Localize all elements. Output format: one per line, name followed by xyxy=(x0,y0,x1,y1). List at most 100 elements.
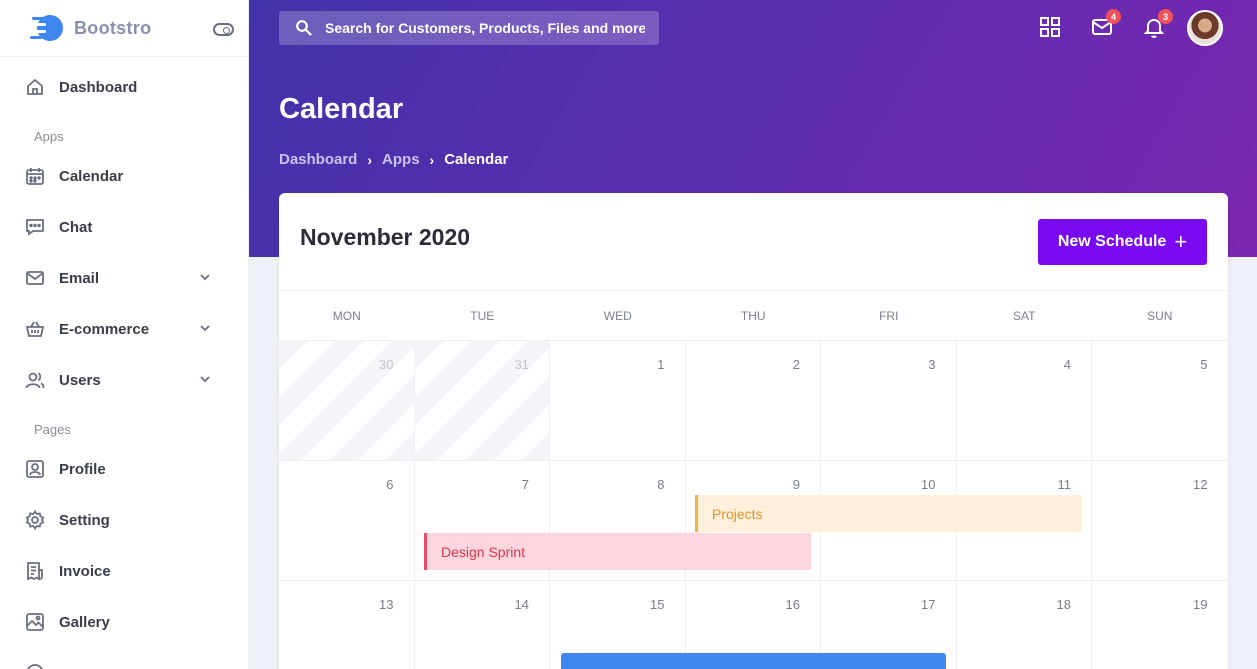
page-title: Calendar xyxy=(279,93,404,125)
sidebar-item-chat[interactable]: Chat xyxy=(0,207,249,247)
day-number: 13 xyxy=(379,597,394,612)
event-projects[interactable]: Projects xyxy=(695,495,1082,532)
sidebar-item-gallery[interactable]: Gallery xyxy=(0,602,249,642)
day-cell[interactable]: 6 xyxy=(279,461,415,581)
day-cell[interactable]: 18 xyxy=(957,581,1092,669)
day-cell[interactable]: 2 xyxy=(685,341,821,461)
breadcrumb-link-dashboard[interactable]: Dashboard xyxy=(279,151,357,168)
sidebar-item-ecommerce[interactable]: E-commerce xyxy=(0,309,249,349)
gear-icon xyxy=(24,509,46,531)
new-schedule-label: New Schedule xyxy=(1057,233,1167,250)
users-icon xyxy=(24,369,46,391)
gallery-icon xyxy=(24,611,46,633)
weekday-label: THU xyxy=(740,309,766,323)
event-title: Design Sprint xyxy=(441,543,526,560)
weekday-label: SUN xyxy=(1147,309,1173,323)
day-cell[interactable]: 13 xyxy=(279,581,415,669)
day-number: 11 xyxy=(1057,477,1072,492)
weekday-label: TUE xyxy=(470,309,495,323)
chevron-down-icon xyxy=(197,320,213,336)
mail-icon xyxy=(24,267,46,289)
sidebar-item-label: Profile xyxy=(59,460,106,478)
day-number: 12 xyxy=(1193,477,1208,492)
sidebar-item-calendar[interactable]: Calendar xyxy=(0,156,249,196)
day-cell[interactable]: 14 xyxy=(415,581,550,669)
weekday-header: MON TUE WED THU FRI SAT SUN xyxy=(279,290,1228,341)
day-number: 7 xyxy=(521,477,529,492)
basket-icon xyxy=(24,318,46,340)
event-title: Projects xyxy=(712,505,763,522)
day-cell[interactable]: 12 xyxy=(1092,461,1228,581)
breadcrumb: Dashboard › Apps › Calendar xyxy=(279,151,508,168)
sidebar-item-label: E-commerce xyxy=(59,320,150,338)
mail-button[interactable]: 4 xyxy=(1090,9,1121,39)
weekday-label: MON xyxy=(332,309,361,323)
day-number: 2 xyxy=(792,357,800,372)
day-number: 15 xyxy=(650,597,665,612)
event-design-sprint[interactable]: Design Sprint xyxy=(424,533,811,570)
section-label-apps: Apps xyxy=(34,129,64,144)
day-number: 6 xyxy=(386,477,394,492)
day-cell[interactable]: 19 xyxy=(1092,581,1228,669)
day-cell[interactable]: 31 xyxy=(414,341,550,461)
search-bar[interactable] xyxy=(279,11,659,45)
calendar-card: November 2020 New Schedule + MON TUE WED… xyxy=(279,193,1228,669)
mail-badge: 4 xyxy=(1106,9,1121,24)
sidebar-item-label: Chat xyxy=(59,218,93,236)
sidebar-item-label: Email xyxy=(59,269,100,287)
search-input[interactable] xyxy=(325,20,645,36)
sidebar-item-faq[interactable] xyxy=(0,653,249,669)
day-number: 5 xyxy=(1200,357,1208,372)
plus-icon: + xyxy=(1174,229,1188,254)
sidebar-item-label: Calendar xyxy=(59,167,124,185)
day-cell[interactable]: 5 xyxy=(1092,341,1228,461)
sidebar-toggle-icon[interactable] xyxy=(213,23,234,36)
sidebar-item-dashboard[interactable]: Dashboard xyxy=(0,67,249,107)
weekday-label: SAT xyxy=(1013,309,1036,323)
apps-grid-icon[interactable] xyxy=(1038,15,1062,39)
bootstro-logo-icon xyxy=(30,13,64,43)
breadcrumb-link-apps[interactable]: Apps xyxy=(382,151,420,168)
chat-icon xyxy=(24,216,46,238)
chevron-right-icon: › xyxy=(367,151,373,168)
help-icon xyxy=(24,662,46,669)
day-number: 9 xyxy=(792,477,800,492)
chevron-right-icon: › xyxy=(429,151,435,168)
day-number: 30 xyxy=(379,357,394,372)
chevron-down-icon xyxy=(197,269,213,285)
day-cell[interactable]: 30 xyxy=(279,341,415,461)
sidebar-item-invoice[interactable]: Invoice xyxy=(0,551,249,591)
notification-badge: 3 xyxy=(1158,9,1173,24)
event-week3[interactable] xyxy=(561,653,946,669)
sidebar-item-profile[interactable]: Profile xyxy=(0,449,249,489)
day-number: 1 xyxy=(657,357,665,372)
chevron-down-icon xyxy=(197,371,213,387)
brand-name: Bootstro xyxy=(74,17,152,38)
avatar[interactable] xyxy=(1187,10,1223,46)
sidebar-item-users[interactable]: Users xyxy=(0,360,249,400)
day-number: 18 xyxy=(1056,597,1071,612)
new-schedule-button[interactable]: New Schedule + xyxy=(1038,219,1207,265)
day-number: 19 xyxy=(1193,597,1208,612)
weekday-label: WED xyxy=(603,309,632,323)
sidebar-item-setting[interactable]: Setting xyxy=(0,500,249,540)
brand[interactable]: Bootstro xyxy=(0,0,248,57)
day-number: 8 xyxy=(657,477,665,492)
home-icon xyxy=(24,76,46,98)
profile-icon xyxy=(24,458,46,480)
sidebar-item-label: Setting xyxy=(59,511,110,529)
sidebar-item-label: Gallery xyxy=(59,613,110,631)
day-cell[interactable]: 3 xyxy=(821,341,957,461)
day-cell[interactable]: 1 xyxy=(550,341,686,461)
day-cell[interactable]: 4 xyxy=(956,341,1092,461)
sidebar-item-email[interactable]: Email xyxy=(0,258,249,298)
notification-button[interactable]: 3 xyxy=(1142,9,1173,39)
sidebar-item-label: Invoice xyxy=(59,562,111,580)
calendar-icon xyxy=(24,165,46,187)
day-number: 31 xyxy=(514,357,529,372)
breadcrumb-current: Calendar xyxy=(444,151,509,168)
day-number: 16 xyxy=(785,597,800,612)
weekday-label: FRI xyxy=(879,309,899,323)
sidebar-item-label: Dashboard xyxy=(59,78,138,96)
section-label-pages: Pages xyxy=(34,422,71,437)
